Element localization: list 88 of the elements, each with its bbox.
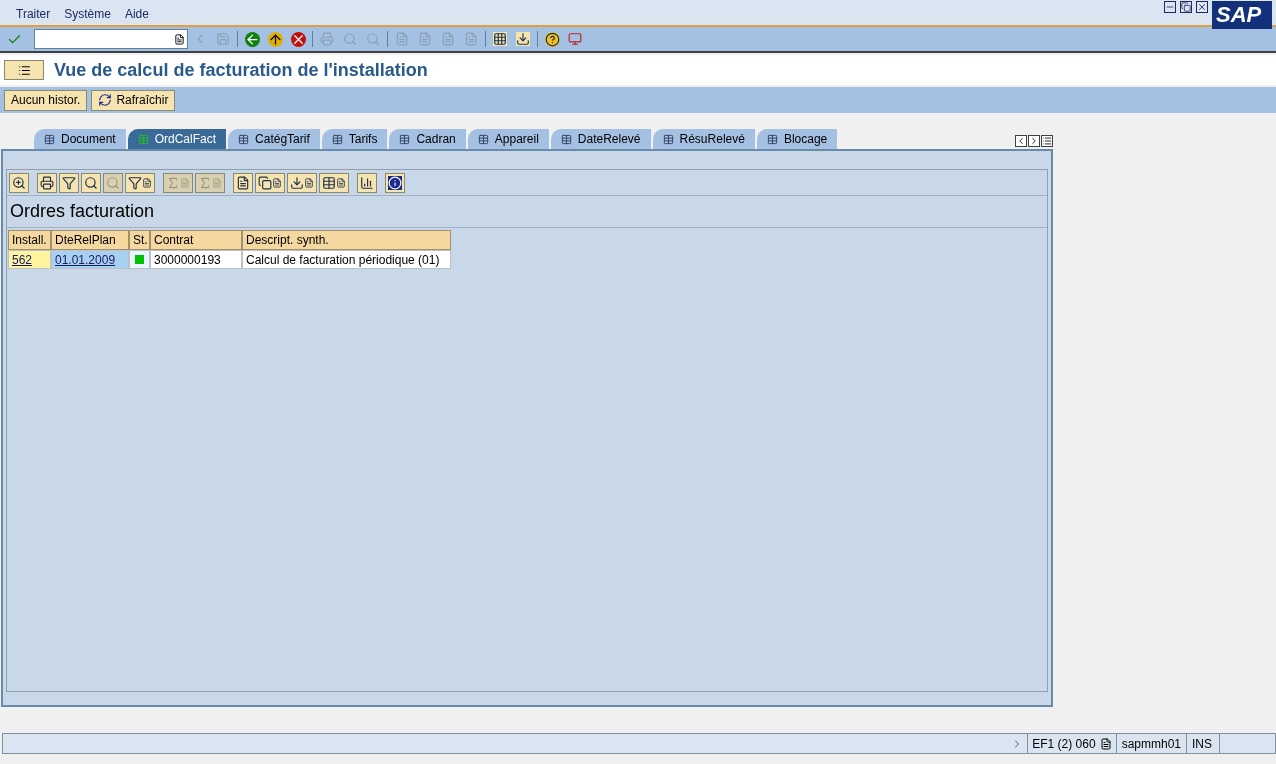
scroll-right-icon[interactable] (1028, 135, 1040, 147)
table-icon (477, 133, 489, 145)
server-name: sapmmh01 (1115, 734, 1186, 753)
find-button[interactable] (81, 172, 101, 193)
table-cell: 3000000193 (150, 250, 242, 269)
input-mode: INS (1186, 734, 1219, 753)
tab[interactable]: Tarifs (321, 129, 388, 149)
sigma-icon (166, 175, 180, 190)
menu-item[interactable]: Système (64, 5, 111, 23)
scroll-left-icon[interactable] (1015, 135, 1027, 147)
sigma-icon (198, 175, 212, 190)
refresh-icon (98, 93, 113, 107)
column-header[interactable]: Contrat (150, 230, 242, 250)
filter-icon (128, 175, 142, 190)
download-icon (290, 175, 304, 190)
tab-list-icon[interactable] (1041, 135, 1053, 147)
table-cell: Calcul de facturation périodique (01) (242, 250, 451, 269)
help-icon (544, 31, 560, 47)
tab[interactable]: Cadran (389, 129, 466, 149)
details-button[interactable] (9, 172, 29, 193)
column-header[interactable]: St. (129, 230, 150, 250)
arrow-left-icon (244, 31, 260, 47)
tab[interactable]: RésuRelevé (652, 129, 755, 149)
grid-icon (493, 32, 507, 46)
info-button[interactable] (385, 172, 405, 193)
restore-icon[interactable] (1180, 1, 1192, 13)
page-icon (464, 32, 478, 46)
system-info: EF1 (2) 060 (1027, 734, 1100, 753)
tab[interactable]: Appareil (467, 129, 549, 149)
tab[interactable]: OrdCalFact (127, 129, 227, 149)
column-header[interactable]: Install. (8, 230, 51, 250)
minimize-icon[interactable] (1164, 1, 1176, 13)
chart-button[interactable] (357, 172, 377, 193)
tab[interactable]: Document (34, 129, 126, 149)
download-icon (516, 32, 530, 46)
document-icon (174, 33, 185, 45)
table-icon (331, 133, 343, 145)
zoom-icon (12, 175, 26, 190)
column-header[interactable]: Descript. synth. (242, 230, 451, 250)
tab[interactable]: Blocage (756, 129, 838, 149)
search-icon (366, 32, 380, 46)
list-icon[interactable] (1099, 737, 1112, 750)
menu-item[interactable]: Aide (124, 5, 149, 23)
logo: SAP (1212, 1, 1272, 29)
layout-button[interactable] (319, 172, 349, 193)
export-button[interactable] (255, 172, 285, 193)
page-icon (441, 32, 455, 46)
table-icon (766, 133, 778, 145)
search-icon (106, 175, 120, 190)
command-field[interactable] (34, 29, 188, 49)
menu-button[interactable] (4, 60, 44, 80)
save-icon (216, 32, 230, 46)
bar-chart-icon (360, 175, 374, 190)
page-icon (418, 32, 432, 46)
arrow-up-icon (267, 31, 283, 47)
refresh-button[interactable]: Rafraîchir (91, 89, 176, 111)
list-icon (17, 63, 31, 77)
history-button[interactable]: Aucun histor. (4, 89, 88, 111)
search-icon (343, 32, 357, 46)
table-icon (44, 133, 55, 145)
tab[interactable]: CatégTarif (228, 129, 320, 149)
printer-icon (320, 32, 334, 46)
filter-button[interactable] (125, 172, 155, 193)
menu-item[interactable]: Traiter (16, 5, 51, 23)
close-icon (290, 31, 306, 47)
print-button[interactable] (37, 172, 57, 193)
export-file-button[interactable] (287, 172, 317, 193)
table-icon (560, 133, 572, 145)
tab[interactable]: DateRelevé (550, 129, 651, 149)
print-preview-button[interactable] (233, 172, 253, 193)
monitor-icon (568, 32, 582, 46)
column-header[interactable]: DteRelPlan (51, 230, 129, 250)
funnel-icon (62, 175, 76, 190)
table-icon (322, 175, 336, 190)
table-icon (137, 133, 149, 145)
table-icon (399, 133, 411, 145)
screen-title: Vue de calcul de facturation de l'installation (54, 58, 428, 82)
table-icon (238, 133, 250, 145)
copy-icon (258, 175, 272, 190)
info-icon (388, 175, 402, 190)
printer-icon (40, 175, 54, 190)
page-icon (395, 32, 409, 46)
search-icon (84, 175, 98, 190)
sort-button[interactable] (59, 172, 79, 193)
close-icon[interactable] (1196, 1, 1208, 13)
table-icon (662, 133, 674, 145)
grid-title: Ordres facturation (10, 200, 155, 223)
document-icon (236, 175, 250, 190)
